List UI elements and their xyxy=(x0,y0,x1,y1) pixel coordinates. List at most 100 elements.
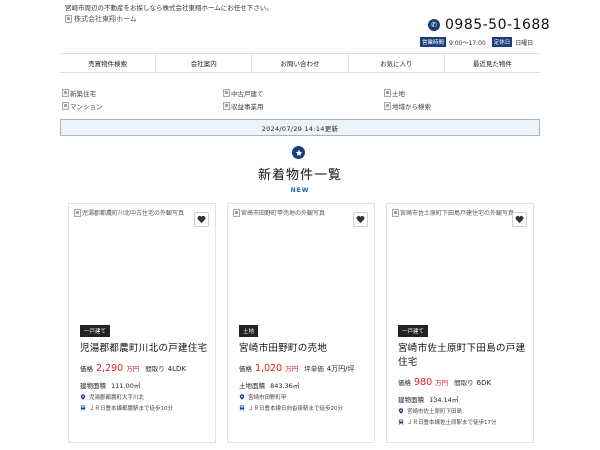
category-label: 新築住宅 xyxy=(70,90,96,98)
property-type-badge: 土地 xyxy=(239,325,259,337)
category-label: マンション xyxy=(70,103,103,111)
access-line: ＪＲ日豊本線都農駅まで徒歩10分 xyxy=(80,404,212,412)
broken-image-icon xyxy=(384,89,391,97)
broken-image-icon xyxy=(62,89,69,97)
category-used-house[interactable]: 中古戸建て xyxy=(223,88,384,98)
property-card[interactable]: 児湯郡都農町川北中古住宅の外観写真 一戸建て 児湯郡都農町川北の戸建住宅 価格 … xyxy=(68,203,216,443)
broken-image-icon xyxy=(74,208,81,217)
layout-value: 6DK xyxy=(476,379,492,387)
map-pin-icon xyxy=(398,408,404,414)
site-tagline: 宮崎市周辺の不動産をお探しなら株式会社東翔ホームにお任せ下さい。 xyxy=(65,4,273,12)
area-value: 111.00㎡ xyxy=(111,382,141,390)
update-timestamp-bar: 2024/07/29 14:14更新 xyxy=(60,119,540,136)
property-photo[interactable]: 宮崎市田野町甲売地の外観写真 xyxy=(233,208,371,308)
property-card[interactable]: 宮崎市田野町甲売地の外観写真 土地 宮崎市田野町の売地 価格 1,020 万円 … xyxy=(227,203,375,443)
hours-value: 9:00～17:00 xyxy=(449,39,486,47)
site-logo[interactable]: 株式会社東翔ホーム xyxy=(65,14,137,24)
nav-item-contact[interactable]: お問い合わせ xyxy=(252,54,349,72)
photo-alt-text: 宮崎市佐土原町下田島戸建住宅の外観写真 xyxy=(400,210,515,217)
nav-item-company[interactable]: 会社案内 xyxy=(156,54,253,72)
category-investment[interactable]: 収益事業用 xyxy=(223,101,384,111)
area-line: 建物面積 111.00㎡ xyxy=(80,380,212,390)
category-label: 中古戸建て xyxy=(231,90,264,98)
category-label: 地域から検索 xyxy=(392,103,431,111)
address-text: 宮崎市佐土原町下田島 xyxy=(407,409,463,415)
area-value: 134.14㎡ xyxy=(429,396,459,404)
holiday-value: 日曜日 xyxy=(515,39,534,47)
price-line: 価格 980 万円 間取り 6DK xyxy=(398,377,530,388)
access-text: ＪＲ日豊本線日向沓掛駅まで徒歩20分 xyxy=(248,406,343,412)
phone-number: 0985-50-1688 xyxy=(445,17,551,33)
access-line: ＪＲ日豊本線日向沓掛駅まで徒歩20分 xyxy=(239,404,371,412)
favorite-button[interactable] xyxy=(194,212,209,227)
tsubo-price-label: 坪単価 xyxy=(304,365,324,373)
favorite-button[interactable] xyxy=(512,212,527,227)
category-land[interactable]: 土地 xyxy=(384,88,542,98)
category-area-search[interactable]: 地域から検索 xyxy=(384,101,542,111)
heart-icon xyxy=(515,215,524,224)
price-line: 価格 2,290 万円 間取り 4LDK xyxy=(80,363,212,374)
property-title[interactable]: 宮崎市田野町の売地 xyxy=(239,342,371,356)
property-type-badge: 一戸建て xyxy=(80,325,111,337)
train-icon xyxy=(239,405,245,411)
nav-item-favorites[interactable]: お気に入り xyxy=(349,54,445,72)
area-label: 建物面積 xyxy=(398,396,424,404)
price-label: 価格 xyxy=(239,365,252,373)
nav-item-recently-viewed[interactable]: 最近見た物件 xyxy=(445,54,540,72)
address-line: 宮崎市佐土原町下田島 xyxy=(398,407,530,415)
category-label: 土地 xyxy=(392,90,405,98)
layout-label: 間取り xyxy=(454,379,474,387)
category-new-house[interactable]: 新築住宅 xyxy=(62,88,223,98)
area-line: 建物面積 134.14㎡ xyxy=(398,394,530,404)
business-hours: 営業時間 9:00～17:00 定休日 日曜日 xyxy=(420,37,536,47)
price-label: 価格 xyxy=(398,379,411,387)
nav-item-property-search[interactable]: 売買物件検索 xyxy=(60,54,157,72)
price-unit: 万円 xyxy=(126,365,140,373)
heart-icon xyxy=(197,215,206,224)
category-mansion[interactable]: マンション xyxy=(62,101,223,111)
property-photo[interactable]: 児湯郡都農町川北中古住宅の外観写真 xyxy=(74,208,212,308)
property-type-badge: 一戸建て xyxy=(398,325,429,337)
price-unit: 万円 xyxy=(285,365,299,373)
property-card[interactable]: 宮崎市佐土原町下田島戸建住宅の外観写真 一戸建て 宮崎市佐土原町下田島の戸建住宅… xyxy=(386,203,534,443)
tsubo-price-value: 4万円/坪 xyxy=(326,365,355,373)
phone-contact[interactable]: ✆ 0985-50-1688 xyxy=(428,17,550,33)
price-label: 価格 xyxy=(80,365,93,373)
address-line: 児湯郡都農町大字川北 xyxy=(80,393,212,401)
property-title[interactable]: 児湯郡都農町川北の戸建住宅 xyxy=(80,342,212,356)
train-icon xyxy=(398,419,404,425)
price-value: 980 xyxy=(414,377,433,388)
price-line: 価格 1,020 万円 坪単価 4万円/坪 xyxy=(239,363,371,374)
broken-image-icon xyxy=(384,102,391,110)
area-line: 土地面積 843.36㎡ xyxy=(239,380,371,390)
broken-image-icon xyxy=(233,208,240,217)
property-title[interactable]: 宮崎市佐土原町下田島の戸建住宅 xyxy=(398,342,530,370)
category-links: 新築住宅 中古戸建て 土地 マンション 収益事業用 地域から検索 xyxy=(62,88,542,111)
broken-image-icon xyxy=(223,89,230,97)
section-title: 新着物件一覧 xyxy=(257,168,342,183)
address-text: 宮崎市田野町甲 xyxy=(248,395,287,401)
heart-icon xyxy=(356,215,365,224)
area-label: 建物面積 xyxy=(80,382,106,390)
photo-alt-text: 児湯郡都農町川北中古住宅の外観写真 xyxy=(82,210,185,217)
layout-value: 4LDK xyxy=(167,365,187,373)
address-text: 児湯郡都農町大字川北 xyxy=(89,395,145,401)
star-badge-icon xyxy=(292,146,305,159)
category-label: 収益事業用 xyxy=(231,103,264,111)
map-pin-icon xyxy=(80,394,86,400)
new-listings: 児湯郡都農町川北中古住宅の外観写真 一戸建て 児湯郡都農町川北の戸建住宅 価格 … xyxy=(68,203,534,443)
property-photo[interactable]: 宮崎市佐土原町下田島戸建住宅の外観写真 xyxy=(392,208,530,308)
map-pin-icon xyxy=(239,394,245,400)
broken-image-icon xyxy=(65,15,72,23)
area-label: 土地面積 xyxy=(239,382,265,390)
hours-label: 営業時間 xyxy=(420,37,447,47)
star-icon xyxy=(295,149,302,156)
price-value: 1,020 xyxy=(255,363,283,374)
access-text: ＪＲ日豊本線佐土原駅まで徒歩17分 xyxy=(407,420,497,426)
section-subtitle: NEW xyxy=(290,187,310,194)
photo-alt-text: 宮崎市田野町甲売地の外観写真 xyxy=(241,210,326,217)
train-icon xyxy=(80,405,86,411)
favorite-button[interactable] xyxy=(353,212,368,227)
broken-image-icon xyxy=(392,208,399,217)
address-line: 宮崎市田野町甲 xyxy=(239,393,371,401)
